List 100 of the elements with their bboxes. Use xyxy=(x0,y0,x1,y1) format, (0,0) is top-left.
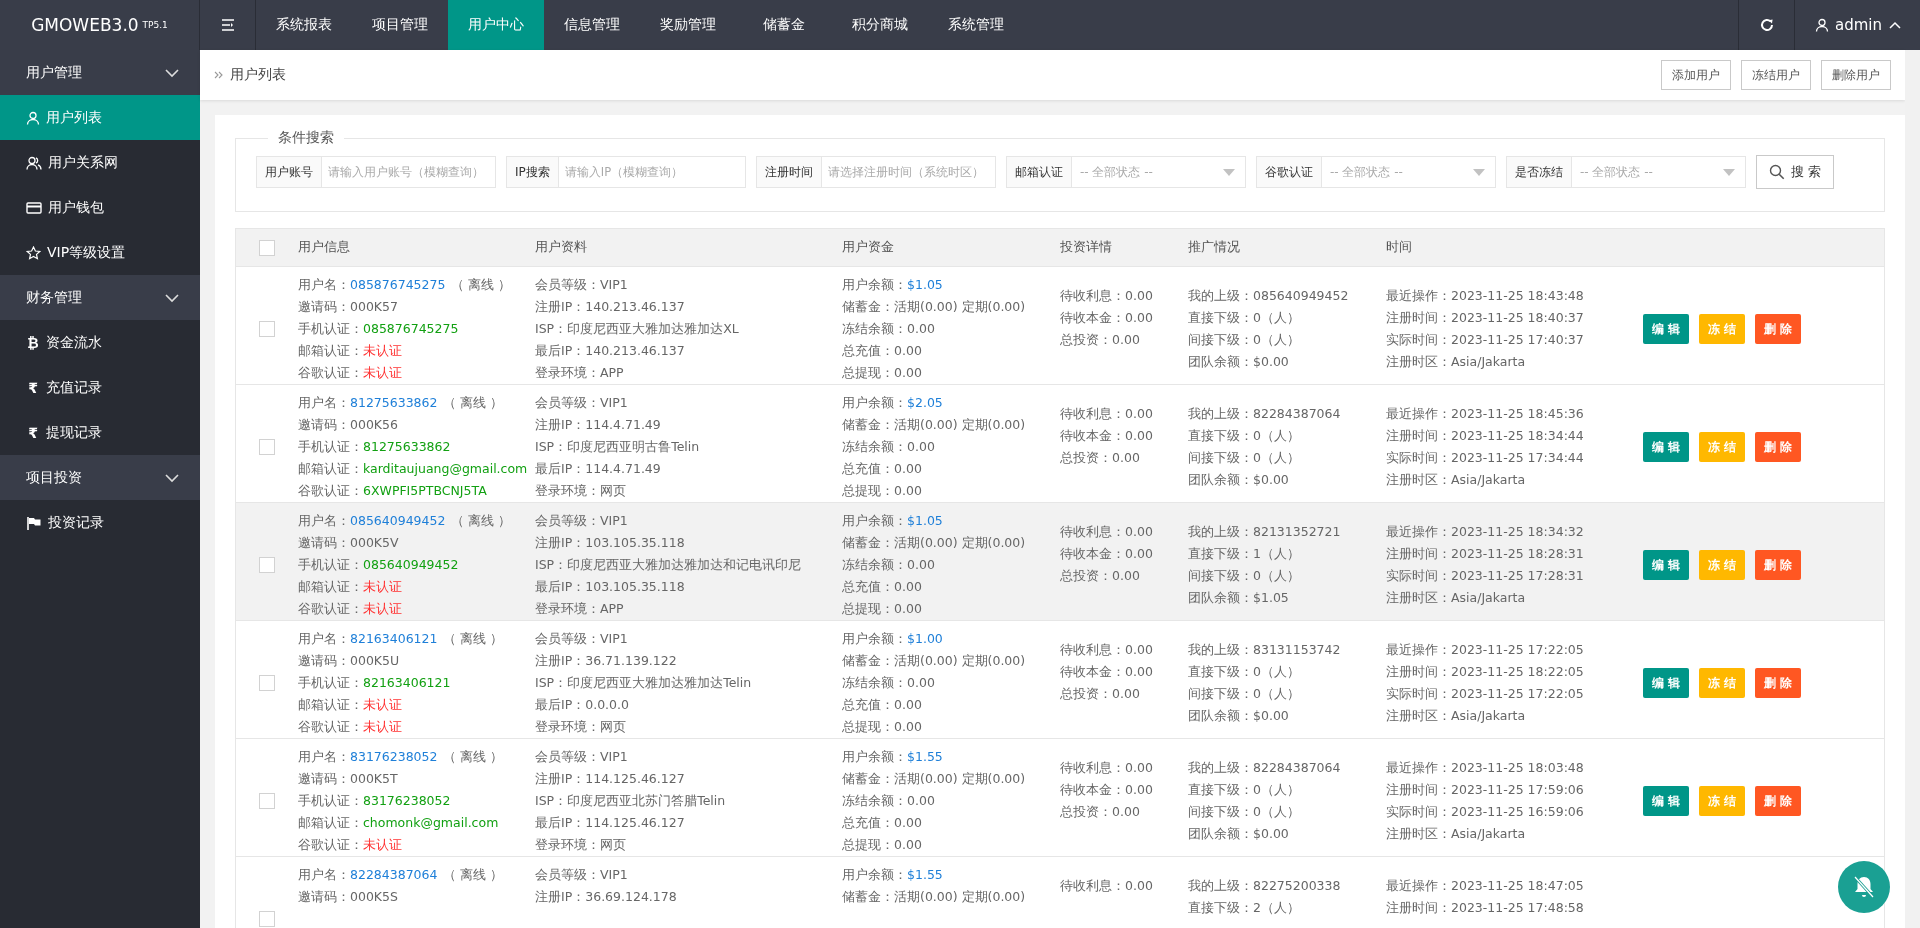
cell-line: 手机认证：82163406121 xyxy=(298,674,452,692)
cell-line: 手机认证：085640949452 xyxy=(298,556,460,574)
cell-line: 待收利息：0.00 xyxy=(1060,759,1154,777)
row-action-button[interactable]: 编 辑 xyxy=(1643,550,1689,580)
cell-line: 间接下级：0（人） xyxy=(1188,567,1301,585)
cell-line: 直接下级：0（人） xyxy=(1188,781,1301,799)
sidebar-item[interactable]: 用户关系网 xyxy=(0,140,200,185)
nav-tab[interactable]: 积分商城 xyxy=(832,0,928,50)
sidebar-item[interactable]: ₿ 资金流水 xyxy=(0,320,200,365)
cell-line: ISP：印度尼西亚大雅加达雅加达XL xyxy=(535,320,740,338)
filter-label: 是否冻结 xyxy=(1506,156,1572,188)
cell-line: 冻结余额：0.00 xyxy=(842,556,936,574)
cell-line: 注册时区：Asia/Jakarta xyxy=(1386,707,1527,725)
sidebar-group[interactable]: 财务管理 xyxy=(0,275,200,320)
sidebar-group[interactable]: 项目投资 xyxy=(0,455,200,500)
row-checkbox[interactable] xyxy=(259,321,275,337)
cell-line: 待收利息：0.00 xyxy=(1060,405,1154,423)
cell-line: 最后IP：0.0.0.0 xyxy=(535,696,630,714)
cell-line: 总提现：0.00 xyxy=(842,836,923,854)
cell-line: ISP：印度尼西亚大雅加达雅加达和记电讯印尼 xyxy=(535,556,803,574)
cell-line: 注册时间：2023-11-25 18:34:44 xyxy=(1386,427,1585,445)
row-action-button[interactable]: 编 辑 xyxy=(1643,432,1689,462)
row-action-button[interactable]: 编 辑 xyxy=(1643,668,1689,698)
row-action-button[interactable]: 编 辑 xyxy=(1643,786,1689,816)
cell-line: 注册时间：2023-11-25 18:40:37 xyxy=(1386,309,1585,327)
header-button[interactable]: 冻结用户 xyxy=(1741,60,1811,90)
row-action-button[interactable]: 编 辑 xyxy=(1643,314,1689,344)
nav-tab[interactable]: 奖励管理 xyxy=(640,0,736,50)
filter-label: 谷歌认证 xyxy=(1256,156,1322,188)
header-button[interactable]: 删除用户 xyxy=(1821,60,1891,90)
user-icon xyxy=(26,110,40,125)
filter-label: 用户账号 xyxy=(256,156,322,188)
cell-line: 冻结余额：0.00 xyxy=(842,320,936,338)
currency-icon: ₹ xyxy=(26,424,40,441)
sidebar-group[interactable]: 用户管理 xyxy=(0,50,200,95)
nav-tab[interactable]: 系统报表 xyxy=(256,0,352,50)
input-field[interactable]: 请输入用户账号（模糊查询） xyxy=(322,156,496,188)
cell-line: 实际时间：2023-11-25 17:40:37 xyxy=(1386,331,1585,349)
cell-line: 冻结余额：0.00 xyxy=(842,438,936,456)
cell-line: 手机认证：085876745275 xyxy=(298,320,460,338)
cell-line: 团队余额：$0.00 xyxy=(1188,825,1290,843)
users-icon xyxy=(26,155,42,170)
cell-line: 实际时间：2023-11-25 17:34:44 xyxy=(1386,449,1585,467)
row-checkbox[interactable] xyxy=(259,793,275,809)
cell-line: 注册时区：Asia/Jakarta xyxy=(1386,589,1527,607)
cell-line: 会员等级：VIP1 xyxy=(535,394,629,412)
cell-line: 储蓄金：活期(0.00) 定期(0.00) xyxy=(842,534,1027,552)
sidebar-item[interactable]: VIP等级设置 xyxy=(0,230,200,275)
nav-tab[interactable]: 用户中心 xyxy=(448,0,544,50)
select-all-checkbox[interactable] xyxy=(259,239,275,256)
cell-line: 邮箱认证：未认证 xyxy=(298,342,403,360)
sidebar-item[interactable]: 用户钱包 xyxy=(0,185,200,230)
nav-tab[interactable]: 项目管理 xyxy=(352,0,448,50)
cell-line: 总投资：0.00 xyxy=(1060,449,1141,467)
cell-line: 待收利息：0.00 xyxy=(1060,523,1154,541)
column-header: 用户信息 xyxy=(298,239,350,254)
cell-line: 手机认证：83176238052 xyxy=(298,792,452,810)
cell-line: 总投资：0.00 xyxy=(1060,567,1141,585)
flag-icon xyxy=(26,515,42,530)
cell-line: 总投资：0.00 xyxy=(1060,685,1141,703)
cell-line: 注册IP：140.213.46.137 xyxy=(535,298,686,316)
row-checkbox[interactable] xyxy=(259,557,275,573)
cell-line: 待收本金：0.00 xyxy=(1060,663,1154,681)
nav-tab[interactable]: 储蓄金 xyxy=(736,0,832,50)
row-checkbox[interactable] xyxy=(259,911,275,927)
sidebar-item[interactable]: 投资记录 xyxy=(0,500,200,545)
cell-line: 待收利息：0.00 xyxy=(1060,641,1154,659)
cell-line: 团队余额：$0.00 xyxy=(1188,707,1290,725)
cell-line: 用户名：82163406121 （ 离线 ） xyxy=(298,630,505,648)
chevron-icon xyxy=(164,67,180,78)
cell-line: 总充值：0.00 xyxy=(842,696,923,714)
breadcrumb: 用户列表 xyxy=(230,66,286,84)
card-icon xyxy=(26,201,42,214)
search-button[interactable]: 搜 索 xyxy=(1756,155,1835,189)
cell-line: 最后IP：103.105.35.118 xyxy=(535,578,686,596)
cell-line: 总充值：0.00 xyxy=(842,342,923,360)
sidebar-item[interactable]: 用户列表 xyxy=(0,95,200,140)
cell-line: 团队余额：$0.00 xyxy=(1188,471,1290,489)
input-field[interactable]: 请选择注册时间（系统时区） xyxy=(822,156,996,188)
row-checkbox[interactable] xyxy=(259,439,275,455)
cell-line: 我的上级：82275200338 xyxy=(1188,877,1342,895)
cell-line: 待收利息：0.00 xyxy=(1060,877,1154,895)
cell-line: 用户名：83176238052 （ 离线 ） xyxy=(298,748,505,766)
nav-tab[interactable]: 信息管理 xyxy=(544,0,640,50)
cell-line: 注册IP：103.105.35.118 xyxy=(535,534,686,552)
cell-line: 最近操作：2023-11-25 18:47:05 xyxy=(1386,877,1585,895)
cell-line: 会员等级：VIP1 xyxy=(535,748,629,766)
cell-line: 实际时间：2023-11-25 17:22:05 xyxy=(1386,685,1585,703)
row-checkbox[interactable] xyxy=(259,675,275,691)
sidebar-item[interactable]: ₹ 充值记录 xyxy=(0,365,200,410)
cell-line: 我的上级：83131153742 xyxy=(1188,641,1342,659)
cell-line: 注册时间：2023-11-25 17:59:06 xyxy=(1386,781,1585,799)
cell-line: 用户余额：$1.00 xyxy=(842,630,944,648)
cell-line: 谷歌认证：未认证 xyxy=(298,836,403,854)
currency-icon: ₹ xyxy=(26,379,40,396)
input-field[interactable]: 请输入IP（模糊查询） xyxy=(558,156,746,188)
nav-tab[interactable]: 系统管理 xyxy=(928,0,1024,50)
header-button[interactable]: 添加用户 xyxy=(1661,60,1731,90)
cell-line: 用户余额：$2.05 xyxy=(842,394,944,412)
sidebar-item[interactable]: ₹ 提现记录 xyxy=(0,410,200,455)
